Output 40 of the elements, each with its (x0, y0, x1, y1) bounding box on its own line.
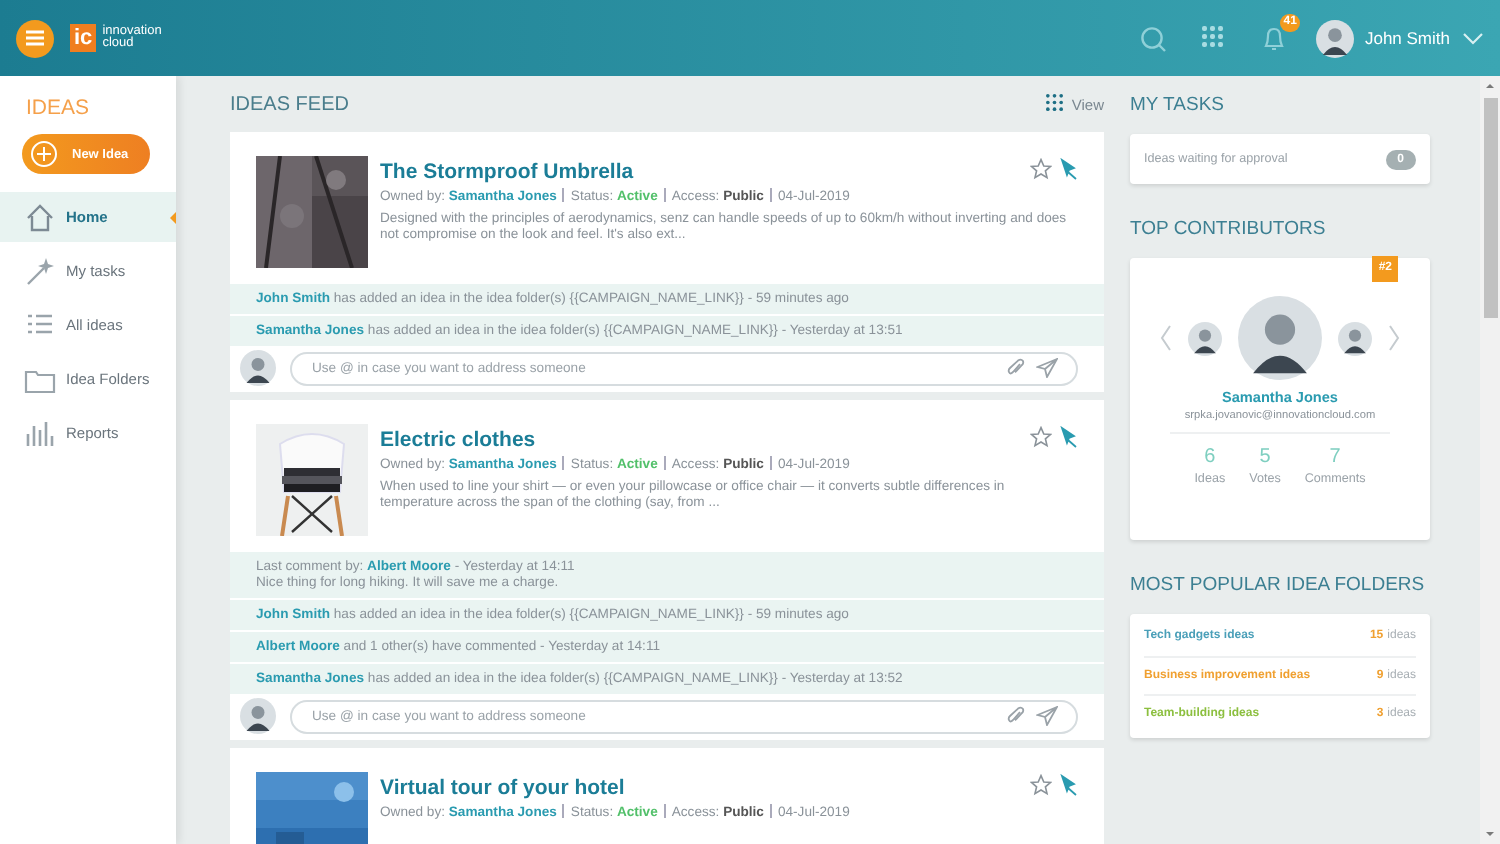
paperclip-icon[interactable] (1006, 357, 1026, 377)
idea-title[interactable]: The Stormproof Umbrella (380, 160, 1018, 184)
stat-value: 7 (1329, 446, 1341, 468)
user-avatar (1188, 321, 1222, 355)
section-title: MY TASKS (1130, 92, 1226, 120)
user-name[interactable]: John Smith (1364, 28, 1450, 48)
user-avatar (1338, 321, 1372, 355)
nav-icon (24, 417, 56, 449)
search-icon[interactable] (1140, 25, 1167, 51)
nav-icon (24, 201, 56, 233)
section-title: IDEAS FEED (230, 93, 351, 115)
section-title: IDEAS (26, 96, 92, 120)
star-icon[interactable] (1030, 774, 1052, 796)
chevron-right-icon[interactable] (1388, 324, 1400, 352)
star-icon[interactable] (1030, 426, 1052, 448)
user-avatar (1238, 296, 1322, 380)
section-title: TOP CONTRIBUTORS (1130, 216, 1328, 244)
chevron-down-icon[interactable] (1462, 31, 1484, 45)
apps-icon[interactable] (1202, 26, 1227, 50)
logo-mark: ic (70, 24, 97, 52)
bell-icon[interactable] (1262, 25, 1287, 51)
menu-button[interactable] (16, 19, 54, 57)
send-icon[interactable] (1036, 705, 1058, 725)
stat-value: 6 (1204, 446, 1216, 468)
paperclip-icon[interactable] (1006, 705, 1026, 725)
stat-value: 5 (1259, 446, 1271, 468)
plus-icon (30, 140, 58, 168)
send-icon[interactable] (1036, 357, 1058, 377)
user-avatar (1316, 19, 1355, 57)
section-title: MOST POPULAR IDEA FOLDERS (1130, 572, 1427, 600)
view-grid-icon[interactable] (1045, 94, 1066, 114)
idea-title[interactable]: Virtual tour of your hotel (380, 776, 1018, 800)
user-avatar (240, 350, 276, 386)
scrollbar-thumb[interactable] (1483, 98, 1497, 318)
user-avatar (240, 698, 276, 734)
nav-icon (24, 255, 56, 287)
chevron-left-icon[interactable] (1160, 324, 1172, 352)
star-icon[interactable] (1030, 158, 1052, 180)
menu-icon (26, 30, 44, 46)
idea-title[interactable]: Electric clothes (380, 428, 1018, 452)
